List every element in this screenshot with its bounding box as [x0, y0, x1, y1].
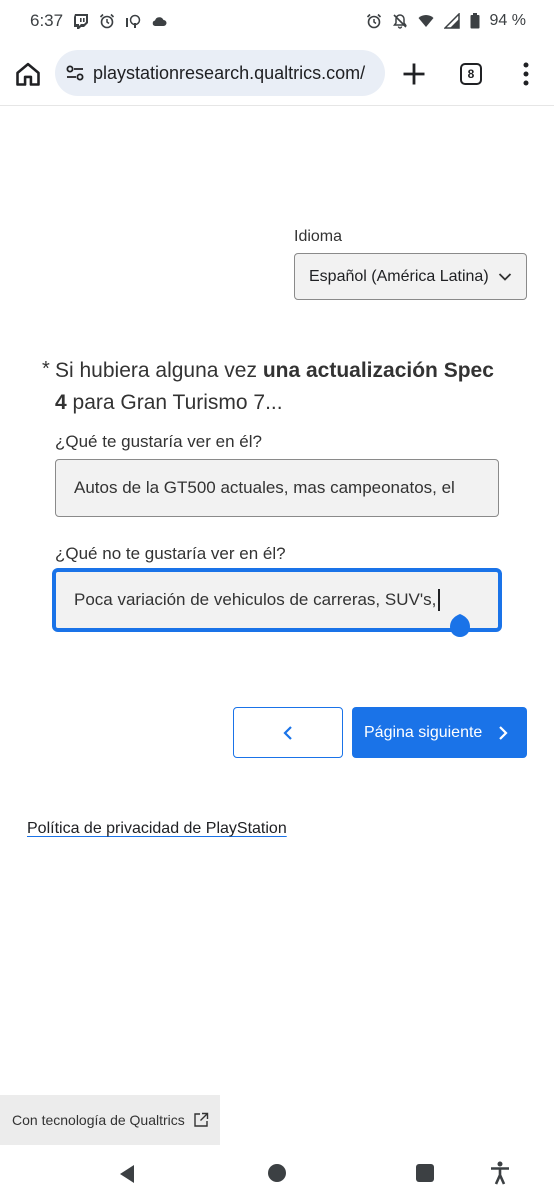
more-menu-icon[interactable] — [514, 60, 538, 88]
url-bar[interactable]: playstationresearch.qualtrics.com/ — [55, 50, 385, 96]
home-button-icon[interactable] — [268, 1164, 286, 1182]
question-text-part2: para Gran Turismo 7... — [66, 391, 283, 414]
privacy-policy-link[interactable]: Política de privacidad de PlayStation — [27, 820, 287, 838]
language-label: Idioma — [294, 228, 343, 245]
browser-toolbar: playstationresearch.qualtrics.com/ 8 — [0, 44, 554, 106]
status-left: 6:37 — [30, 11, 167, 31]
podcast-icon — [126, 14, 141, 28]
next-page-button[interactable]: Página siguiente — [352, 707, 527, 758]
wifi-icon — [418, 15, 434, 27]
field-label-want: ¿Qué te gustaría ver en él? — [55, 432, 262, 451]
powered-by-label: Con tecnología de Qualtrics — [12, 1112, 185, 1128]
back-icon[interactable] — [118, 1164, 136, 1184]
cloud-icon — [152, 17, 167, 26]
new-tab-icon[interactable] — [400, 60, 428, 88]
not-want-input[interactable]: Poca variación de vehiculos de carreras,… — [54, 570, 500, 630]
powered-by-qualtrics[interactable]: Con tecnología de Qualtrics — [0, 1095, 220, 1145]
android-nav-bar — [0, 1150, 554, 1200]
text-caret — [438, 589, 440, 611]
status-right: 94 % — [366, 12, 526, 30]
want-input-value: Autos de la GT500 actuales, mas campeona… — [74, 478, 455, 497]
battery-percent: 94 % — [489, 12, 526, 29]
accessibility-icon[interactable] — [489, 1161, 511, 1185]
field-label-not-want: ¿Qué no te gustaría ver en él? — [55, 544, 286, 563]
external-link-icon — [194, 1112, 208, 1127]
url-text: playstationresearch.qualtrics.com/ — [93, 62, 366, 83]
signal-icon — [443, 13, 460, 29]
battery-icon — [470, 13, 480, 29]
want-input[interactable]: Autos de la GT500 actuales, mas campeona… — [55, 459, 499, 517]
chevron-down-icon — [498, 273, 512, 281]
status-bar: 6:37 94 % — [0, 0, 554, 42]
tab-count: 8 — [467, 67, 475, 81]
question-text-part1: Si hubiera alguna vez — [55, 359, 263, 382]
chevron-left-icon — [283, 725, 292, 740]
previous-page-button[interactable] — [233, 707, 343, 758]
required-marker: * — [42, 358, 50, 380]
alarm-icon — [100, 13, 115, 29]
question-text: Si hubiera alguna vez una actualización … — [55, 355, 505, 419]
chevron-right-icon — [499, 726, 508, 740]
twitch-icon — [74, 14, 89, 29]
recents-icon[interactable] — [416, 1164, 434, 1182]
notifications-off-icon — [392, 14, 407, 29]
text-selection-handle-icon[interactable] — [448, 612, 472, 638]
tab-switcher-button[interactable]: 8 — [460, 63, 482, 85]
alarm-icon — [366, 13, 381, 29]
status-time: 6:37 — [30, 11, 64, 30]
not-want-input-value: Poca variación de vehiculos de carreras,… — [74, 590, 437, 609]
next-page-label: Página siguiente — [364, 723, 483, 741]
language-selected-value: Español (América Latina) — [309, 267, 489, 285]
home-icon[interactable] — [14, 60, 42, 88]
site-settings-icon[interactable] — [65, 63, 85, 83]
language-select[interactable]: Español (América Latina) — [294, 253, 527, 300]
